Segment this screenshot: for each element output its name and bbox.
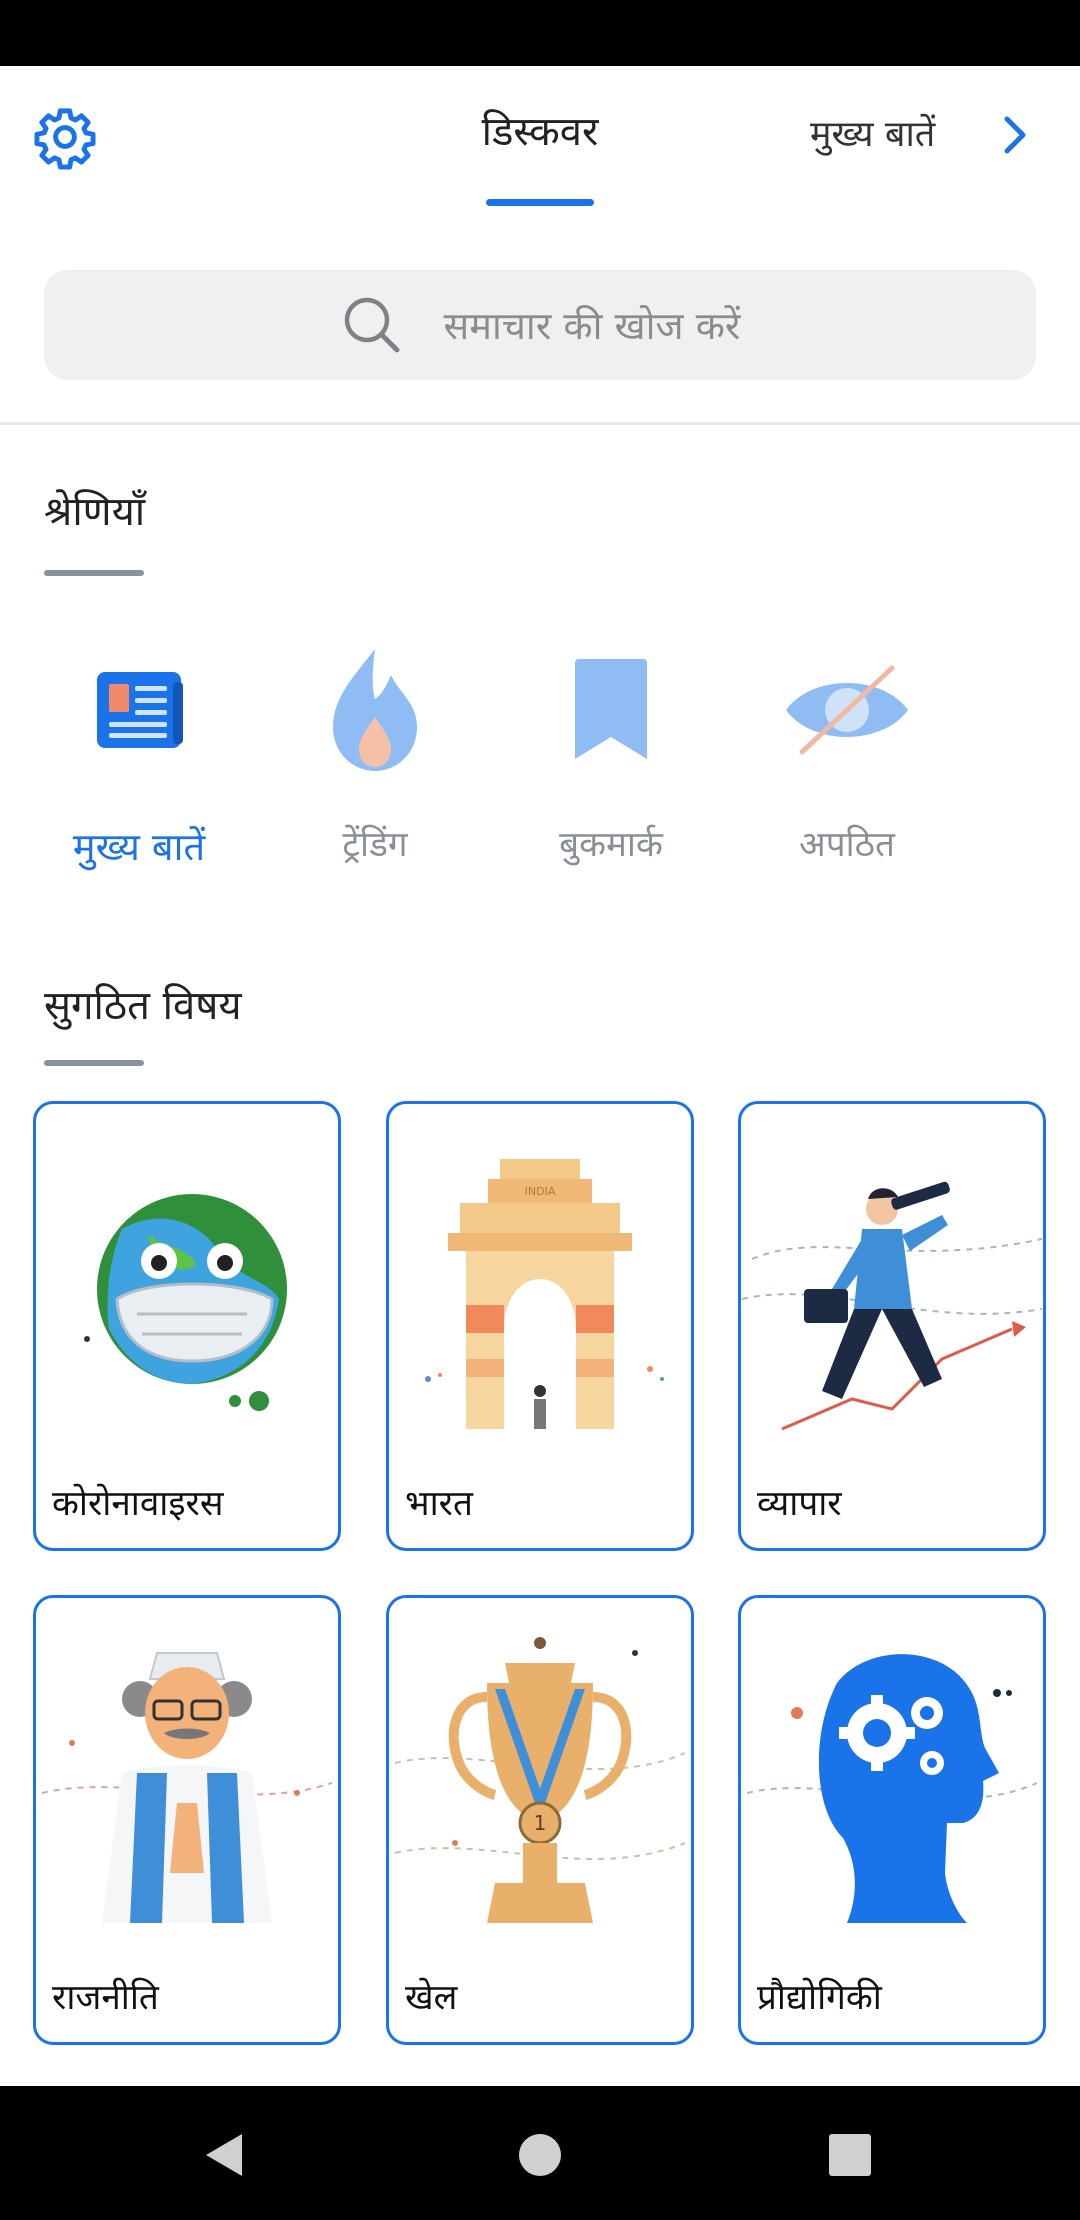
search-icon <box>344 297 400 353</box>
category-label: मुख्य बातें <box>72 825 206 869</box>
head-gears-illustration <box>747 1654 1037 1923</box>
topic-card-sports[interactable]: 1 खेल <box>386 1595 694 2045</box>
bookmark-icon <box>575 659 647 759</box>
topics-underline <box>44 1060 144 1066</box>
search-input[interactable]: समाचार की खोज करें <box>44 270 1036 380</box>
status-bar <box>0 0 1080 66</box>
system-nav-bar <box>0 2086 1080 2220</box>
headlines-chevron-button[interactable] <box>992 110 1036 160</box>
gear-icon <box>34 108 96 170</box>
india-gate-text: INDIA <box>525 1185 556 1198</box>
topic-card-coronavirus[interactable]: कोरोनावाइरस <box>33 1101 341 1551</box>
topic-label: राजनीति <box>52 1978 159 2018</box>
masked-earth-illustration <box>84 1194 287 1411</box>
categories-underline <box>44 570 144 576</box>
tab-discover[interactable]: डिस्कवर <box>420 102 660 157</box>
category-bookmark[interactable]: बुकमार्क <box>496 640 726 867</box>
settings-button[interactable] <box>30 102 100 172</box>
newspaper-icon <box>97 672 183 748</box>
topic-label: खेल <box>405 1978 458 2018</box>
topic-card-politics[interactable]: राजनीति <box>33 1595 341 2045</box>
tab-headlines-link[interactable]: मुख्य बातें <box>810 108 935 157</box>
category-trending[interactable]: ट्रेंडिंग <box>260 640 490 867</box>
india-gate-illustration: INDIA <box>425 1159 664 1429</box>
topic-label: प्रौद्योगिकी <box>757 1978 882 2018</box>
category-label: ट्रेंडिंग <box>342 825 408 865</box>
category-unread[interactable]: अपठित <box>732 640 962 867</box>
category-headlines[interactable]: मुख्य बातें <box>24 640 254 872</box>
category-label: बुकमार्क <box>559 825 663 865</box>
active-tab-indicator <box>486 199 594 206</box>
category-label: अपठित <box>799 825 895 865</box>
eye-off-icon <box>786 665 908 755</box>
topic-label: भारत <box>405 1484 473 1524</box>
topics-title: सुगठित विषय <box>44 983 242 1029</box>
home-icon[interactable] <box>515 2130 565 2180</box>
politician-illustration <box>42 1652 332 1923</box>
divider <box>0 422 1080 425</box>
businessman-telescope-illustration <box>742 1181 1042 1431</box>
chevron-right-icon <box>1004 116 1026 154</box>
categories-title: श्रेणियाँ <box>44 489 146 535</box>
topic-label: व्यापार <box>757 1484 842 1524</box>
topic-label: कोरोनावाइरस <box>52 1484 224 1524</box>
topic-card-business[interactable]: व्यापार <box>738 1101 1046 1551</box>
flame-icon <box>333 649 417 771</box>
search-placeholder: समाचार की खोज करें <box>443 304 741 348</box>
back-icon[interactable] <box>200 2130 250 2180</box>
topic-card-technology[interactable]: प्रौद्योगिकी <box>738 1595 1046 2045</box>
top-nav: डिस्कवर मुख्य बातें <box>0 66 1080 216</box>
trophy-medal-illustration: 1 <box>395 1637 685 1923</box>
recents-icon[interactable] <box>825 2130 875 2180</box>
medal-number: 1 <box>534 1811 547 1835</box>
topic-card-india[interactable]: INDIA भारत <box>386 1101 694 1551</box>
